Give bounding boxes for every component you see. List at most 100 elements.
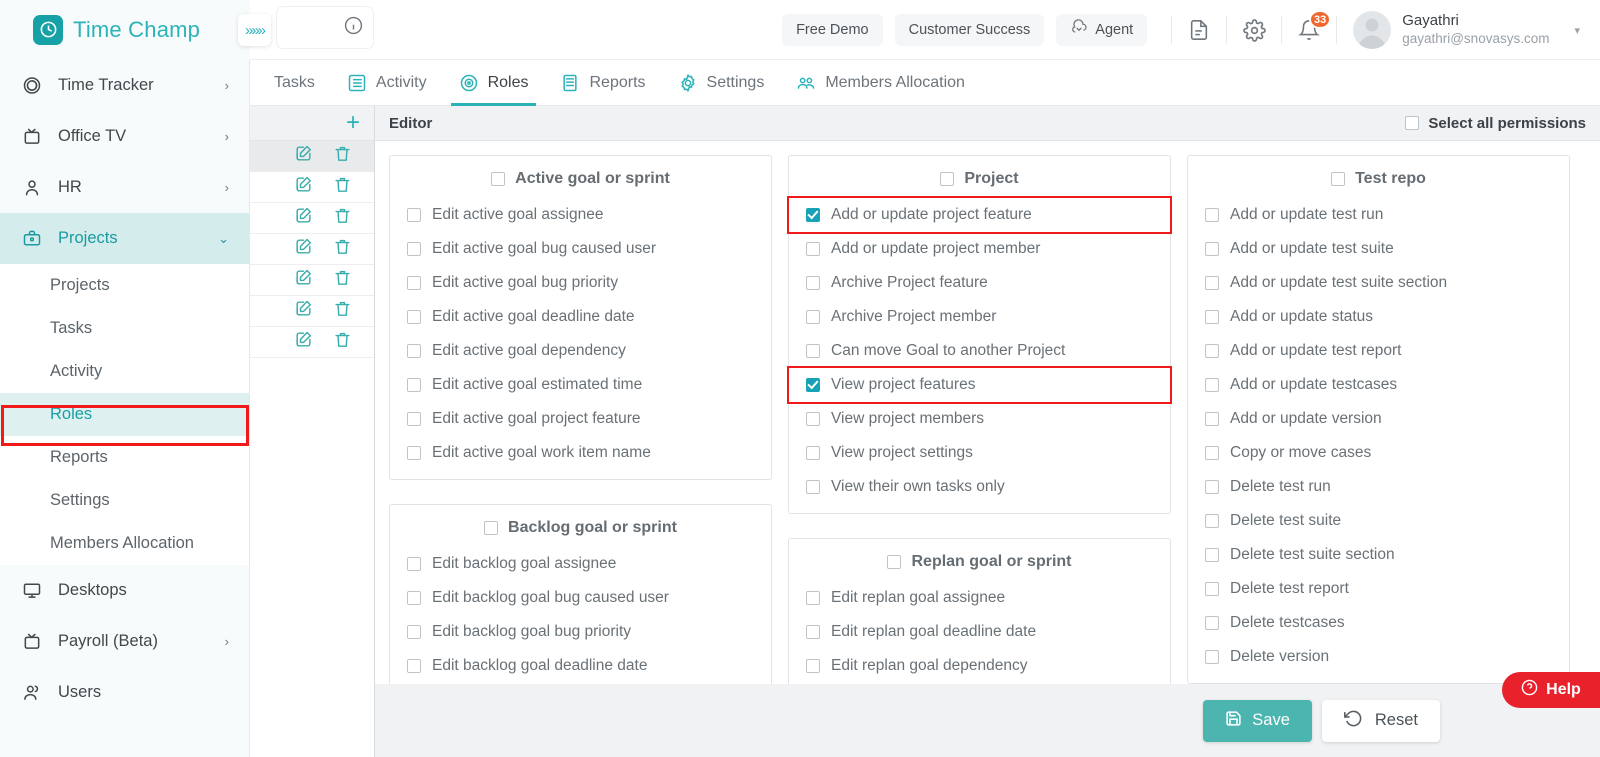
permission-row[interactable]: Edit backlog goal bug caused user (390, 581, 771, 615)
permission-row[interactable]: Add or update test suite section (1188, 266, 1569, 300)
edit-icon[interactable] (294, 330, 313, 354)
free-demo-button[interactable]: Free Demo (782, 14, 883, 46)
select-all-checkbox[interactable] (1405, 116, 1420, 130)
permission-checkbox[interactable] (407, 557, 421, 571)
permission-checkbox[interactable] (407, 276, 421, 290)
permission-checkbox[interactable] (1205, 616, 1219, 630)
trash-icon[interactable] (333, 330, 352, 354)
sidebar-item-users[interactable]: Users (0, 667, 249, 718)
customer-success-button[interactable]: Customer Success (894, 14, 1045, 46)
trash-icon[interactable] (333, 299, 352, 323)
permission-checkbox[interactable] (407, 412, 421, 426)
permission-checkbox[interactable] (806, 242, 820, 256)
permission-checkbox[interactable] (806, 310, 820, 324)
chevron-down-icon[interactable]: ▾ (1574, 24, 1580, 37)
permission-row[interactable]: Edit active goal project feature (390, 402, 771, 436)
permission-checkbox[interactable] (1205, 242, 1219, 256)
permission-row[interactable]: View project features (787, 366, 1172, 404)
sidebar-item-reports[interactable]: Reports (0, 436, 249, 479)
group-checkbox[interactable] (484, 521, 499, 535)
edit-icon[interactable] (294, 299, 313, 323)
permission-checkbox[interactable] (806, 480, 820, 494)
sidebar-item-projects[interactable]: Projects (0, 264, 249, 307)
bell-icon[interactable]: 33 (1294, 10, 1332, 45)
edit-icon[interactable] (294, 237, 313, 261)
permission-row[interactable]: Add or update test run (1188, 198, 1569, 232)
permission-checkbox[interactable] (407, 659, 421, 673)
permission-row[interactable]: Delete test report (1188, 572, 1569, 606)
edit-icon[interactable] (294, 268, 313, 292)
permission-row[interactable]: Delete test suite (1188, 504, 1569, 538)
permission-checkbox[interactable] (1205, 378, 1219, 392)
sidebar-item-members-allocation[interactable]: Members Allocation (0, 522, 249, 565)
trash-icon[interactable] (333, 144, 352, 168)
permission-row[interactable]: Edit replan goal deadline date (789, 615, 1170, 649)
permission-checkbox[interactable] (407, 208, 421, 222)
sidebar-item-office-tv[interactable]: Office TV › (0, 111, 249, 162)
permission-checkbox[interactable] (407, 625, 421, 639)
permission-row[interactable]: Edit active goal assignee (390, 198, 771, 232)
permission-row[interactable]: Delete test suite section (1188, 538, 1569, 572)
permission-checkbox[interactable] (1205, 310, 1219, 324)
permission-checkbox[interactable] (1205, 276, 1219, 290)
permission-row[interactable]: Add or update project member (789, 232, 1170, 266)
group-checkbox[interactable] (940, 172, 955, 186)
sidebar-item-payroll-beta[interactable]: Payroll (Beta) › (0, 616, 249, 667)
permission-row[interactable]: Add or update test suite (1188, 232, 1569, 266)
permission-row[interactable]: Edit replan goal dependency (789, 649, 1170, 683)
sidebar-item-hr[interactable]: HR › (0, 162, 249, 213)
permission-checkbox[interactable] (806, 659, 820, 673)
permission-row[interactable]: View project members (789, 402, 1170, 436)
permission-row[interactable]: Archive Project feature (789, 266, 1170, 300)
permission-row[interactable]: Edit active goal estimated time (390, 368, 771, 402)
permission-row[interactable]: Add or update project feature (787, 196, 1172, 234)
permission-row[interactable]: Delete testcases (1188, 606, 1569, 640)
sidebar-item-roles[interactable]: Roles (0, 393, 249, 436)
permission-checkbox[interactable] (407, 310, 421, 324)
reset-button[interactable]: Reset (1321, 699, 1440, 742)
trash-icon[interactable] (333, 268, 352, 292)
permission-row[interactable]: Can move Goal to another Project (789, 334, 1170, 368)
group-checkbox[interactable] (491, 172, 506, 186)
permission-row[interactable]: Edit active goal work item name (390, 436, 771, 470)
save-button[interactable]: Save (1203, 699, 1312, 742)
permission-checkbox[interactable] (1205, 480, 1219, 494)
permission-checkbox[interactable] (806, 208, 820, 222)
permission-row[interactable]: Edit active goal bug caused user (390, 232, 771, 266)
user-menu[interactable]: Gayathri gayathri@snovasys.com ▾ (1353, 11, 1600, 49)
trash-icon[interactable] (333, 206, 352, 230)
permission-row[interactable]: Edit backlog goal assignee (390, 547, 771, 581)
tab-settings[interactable]: Settings (662, 60, 781, 106)
tab-members-allocation[interactable]: Members Allocation (780, 60, 981, 106)
permission-row[interactable]: Add or update testcases (1188, 368, 1569, 402)
permission-checkbox[interactable] (806, 625, 820, 639)
tab-activity[interactable]: Activity (331, 60, 443, 106)
permission-checkbox[interactable] (1205, 548, 1219, 562)
permission-row[interactable]: Edit backlog goal bug priority (390, 615, 771, 649)
chevrons-right-icon[interactable]: »»» (238, 14, 271, 46)
sidebar-item-projects[interactable]: Projects ⌄ (0, 213, 249, 264)
permission-checkbox[interactable] (806, 276, 820, 290)
plus-icon[interactable]: + (346, 111, 360, 135)
permission-row[interactable]: Edit active goal bug priority (390, 266, 771, 300)
permission-row[interactable]: Edit active goal deadline date (390, 300, 771, 334)
group-checkbox[interactable] (887, 555, 902, 569)
brand[interactable]: Time Champ (0, 0, 250, 60)
permission-row[interactable]: Copy or move cases (1188, 436, 1569, 470)
sidebar-item-settings[interactable]: Settings (0, 479, 249, 522)
permission-checkbox[interactable] (806, 446, 820, 460)
permission-checkbox[interactable] (1205, 514, 1219, 528)
permission-checkbox[interactable] (407, 344, 421, 358)
permission-row[interactable]: Edit active goal dependency (390, 334, 771, 368)
trash-icon[interactable] (333, 175, 352, 199)
document-icon[interactable] (1184, 15, 1214, 45)
info-circle-icon[interactable] (344, 16, 363, 40)
permission-checkbox[interactable] (806, 412, 820, 426)
permission-row[interactable]: Archive Project member (789, 300, 1170, 334)
permission-row[interactable]: Delete version (1188, 640, 1569, 674)
tab-roles[interactable]: Roles (443, 60, 545, 106)
tab-tasks[interactable]: Tasks (258, 60, 331, 106)
permission-row[interactable]: View their own tasks only (789, 470, 1170, 504)
sidebar-item-activity[interactable]: Activity (0, 350, 249, 393)
tab-reports[interactable]: Reports (544, 60, 661, 106)
